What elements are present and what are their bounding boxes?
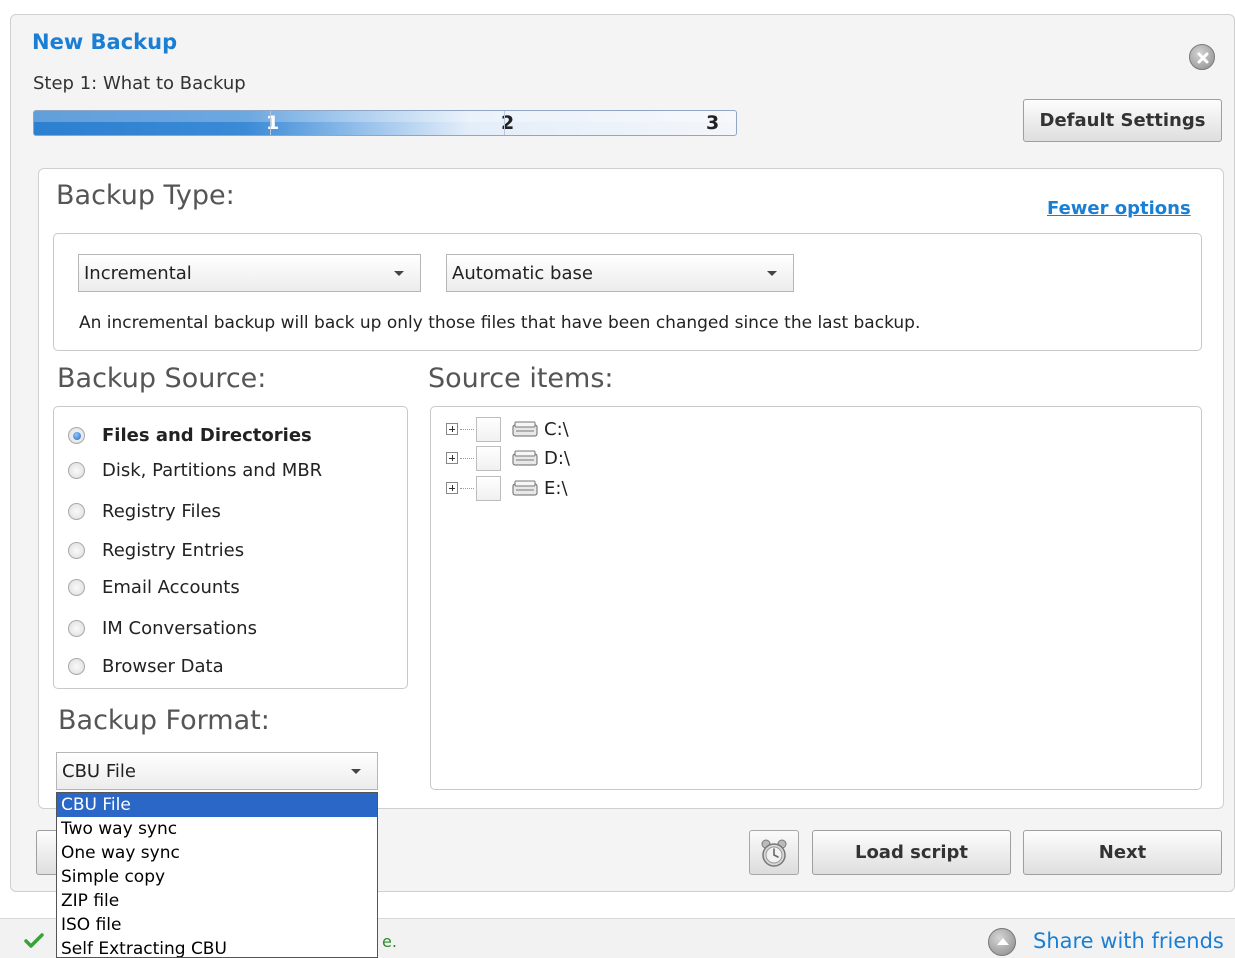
step-divider [270, 111, 271, 135]
radio-disk-partitions-mbr[interactable]: Disk, Partitions and MBR [68, 457, 322, 483]
backup-source-heading: Backup Source: [57, 363, 267, 394]
drive-icon [512, 450, 538, 466]
step-progress-bar: 1 2 3 [33, 110, 737, 136]
radio-button[interactable] [68, 426, 85, 444]
next-button[interactable]: Next [1023, 830, 1222, 875]
chevron-down-icon [394, 271, 404, 276]
radio-button[interactable] [68, 619, 85, 637]
drive-icon [512, 480, 538, 496]
close-icon[interactable] [1189, 44, 1215, 70]
backup-format-value: CBU File [62, 760, 136, 782]
alarm-clock-icon [761, 839, 787, 867]
radio-label: Files and Directories [102, 424, 312, 446]
fewer-options-link[interactable]: Fewer options [1047, 198, 1191, 219]
backup-format-select[interactable]: CBU File [56, 752, 378, 790]
schedule-button[interactable] [749, 830, 799, 875]
radio-registry-files[interactable]: Registry Files [68, 498, 221, 524]
tree-item-drive-d: D:\ [446, 445, 570, 471]
expand-icon[interactable] [446, 452, 458, 464]
step-label: Step 1: What to Backup [33, 73, 246, 94]
radio-label: Email Accounts [102, 576, 240, 598]
step-2: 2 [501, 112, 515, 134]
radio-button[interactable] [68, 502, 85, 520]
radio-label: IM Conversations [102, 617, 257, 639]
chevron-down-icon [351, 769, 361, 774]
backup-type-select[interactable]: Incremental [78, 254, 421, 292]
drive-label[interactable]: C:\ [544, 419, 569, 440]
tree-item-drive-c: C:\ [446, 416, 569, 442]
dropdown-option[interactable]: CBU File [57, 793, 377, 817]
default-settings-button[interactable]: Default Settings [1023, 99, 1222, 142]
tree-connector [460, 428, 474, 430]
radio-registry-entries[interactable]: Registry Entries [68, 537, 244, 563]
load-script-button[interactable]: Load script [812, 830, 1011, 875]
chevron-down-icon [767, 271, 777, 276]
backup-base-select[interactable]: Automatic base [446, 254, 794, 292]
radio-label: Registry Entries [102, 539, 245, 561]
tree-connector [460, 487, 474, 489]
radio-button[interactable] [68, 541, 85, 559]
drive-checkbox[interactable] [476, 445, 501, 471]
backup-type-description: An incremental backup will back up only … [79, 313, 921, 333]
dropdown-option[interactable]: One way sync [57, 841, 377, 865]
radio-email-accounts[interactable]: Email Accounts [68, 574, 240, 600]
step-divider [504, 111, 505, 135]
dropdown-option[interactable]: Two way sync [57, 817, 377, 841]
radio-files-and-directories[interactable]: Files and Directories [68, 422, 312, 448]
backup-format-dropdown-list: CBU File Two way sync One way sync Simpl… [56, 792, 378, 958]
drive-checkbox[interactable] [476, 416, 501, 442]
dropdown-option[interactable]: Simple copy [57, 865, 377, 889]
tree-item-drive-e: E:\ [446, 475, 568, 501]
backup-type-heading: Backup Type: [56, 180, 235, 211]
share-icon[interactable] [988, 928, 1016, 956]
radio-button[interactable] [68, 578, 85, 596]
radio-button[interactable] [68, 461, 85, 479]
backup-base-value: Automatic base [452, 262, 593, 284]
step-3: 3 [706, 112, 720, 134]
check-icon [24, 933, 44, 948]
source-items-heading: Source items: [428, 363, 614, 394]
radio-label: Browser Data [102, 655, 224, 677]
backup-type-box [53, 233, 1202, 351]
backup-format-heading: Backup Format: [58, 705, 270, 736]
radio-im-conversations[interactable]: IM Conversations [68, 615, 257, 641]
radio-browser-data[interactable]: Browser Data [68, 653, 224, 679]
backup-type-value: Incremental [84, 262, 192, 284]
dropdown-option[interactable]: Self Extracting CBU [57, 937, 377, 957]
share-with-friends-link[interactable]: Share with friends [1033, 929, 1224, 953]
radio-label: Disk, Partitions and MBR [102, 459, 323, 481]
radio-label: Registry Files [102, 500, 221, 522]
radio-button[interactable] [68, 657, 85, 675]
drive-checkbox[interactable] [476, 475, 501, 501]
expand-icon[interactable] [446, 423, 458, 435]
status-text: e. [382, 932, 397, 951]
dropdown-option[interactable]: ZIP file [57, 889, 377, 913]
expand-icon[interactable] [446, 482, 458, 494]
dropdown-option[interactable]: ISO file [57, 913, 377, 937]
drive-label[interactable]: D:\ [544, 448, 570, 469]
drive-label[interactable]: E:\ [544, 478, 568, 499]
step-1: 1 [266, 112, 280, 134]
drive-icon [512, 421, 538, 437]
tree-connector [460, 457, 474, 459]
dialog-title: New Backup [32, 30, 178, 54]
